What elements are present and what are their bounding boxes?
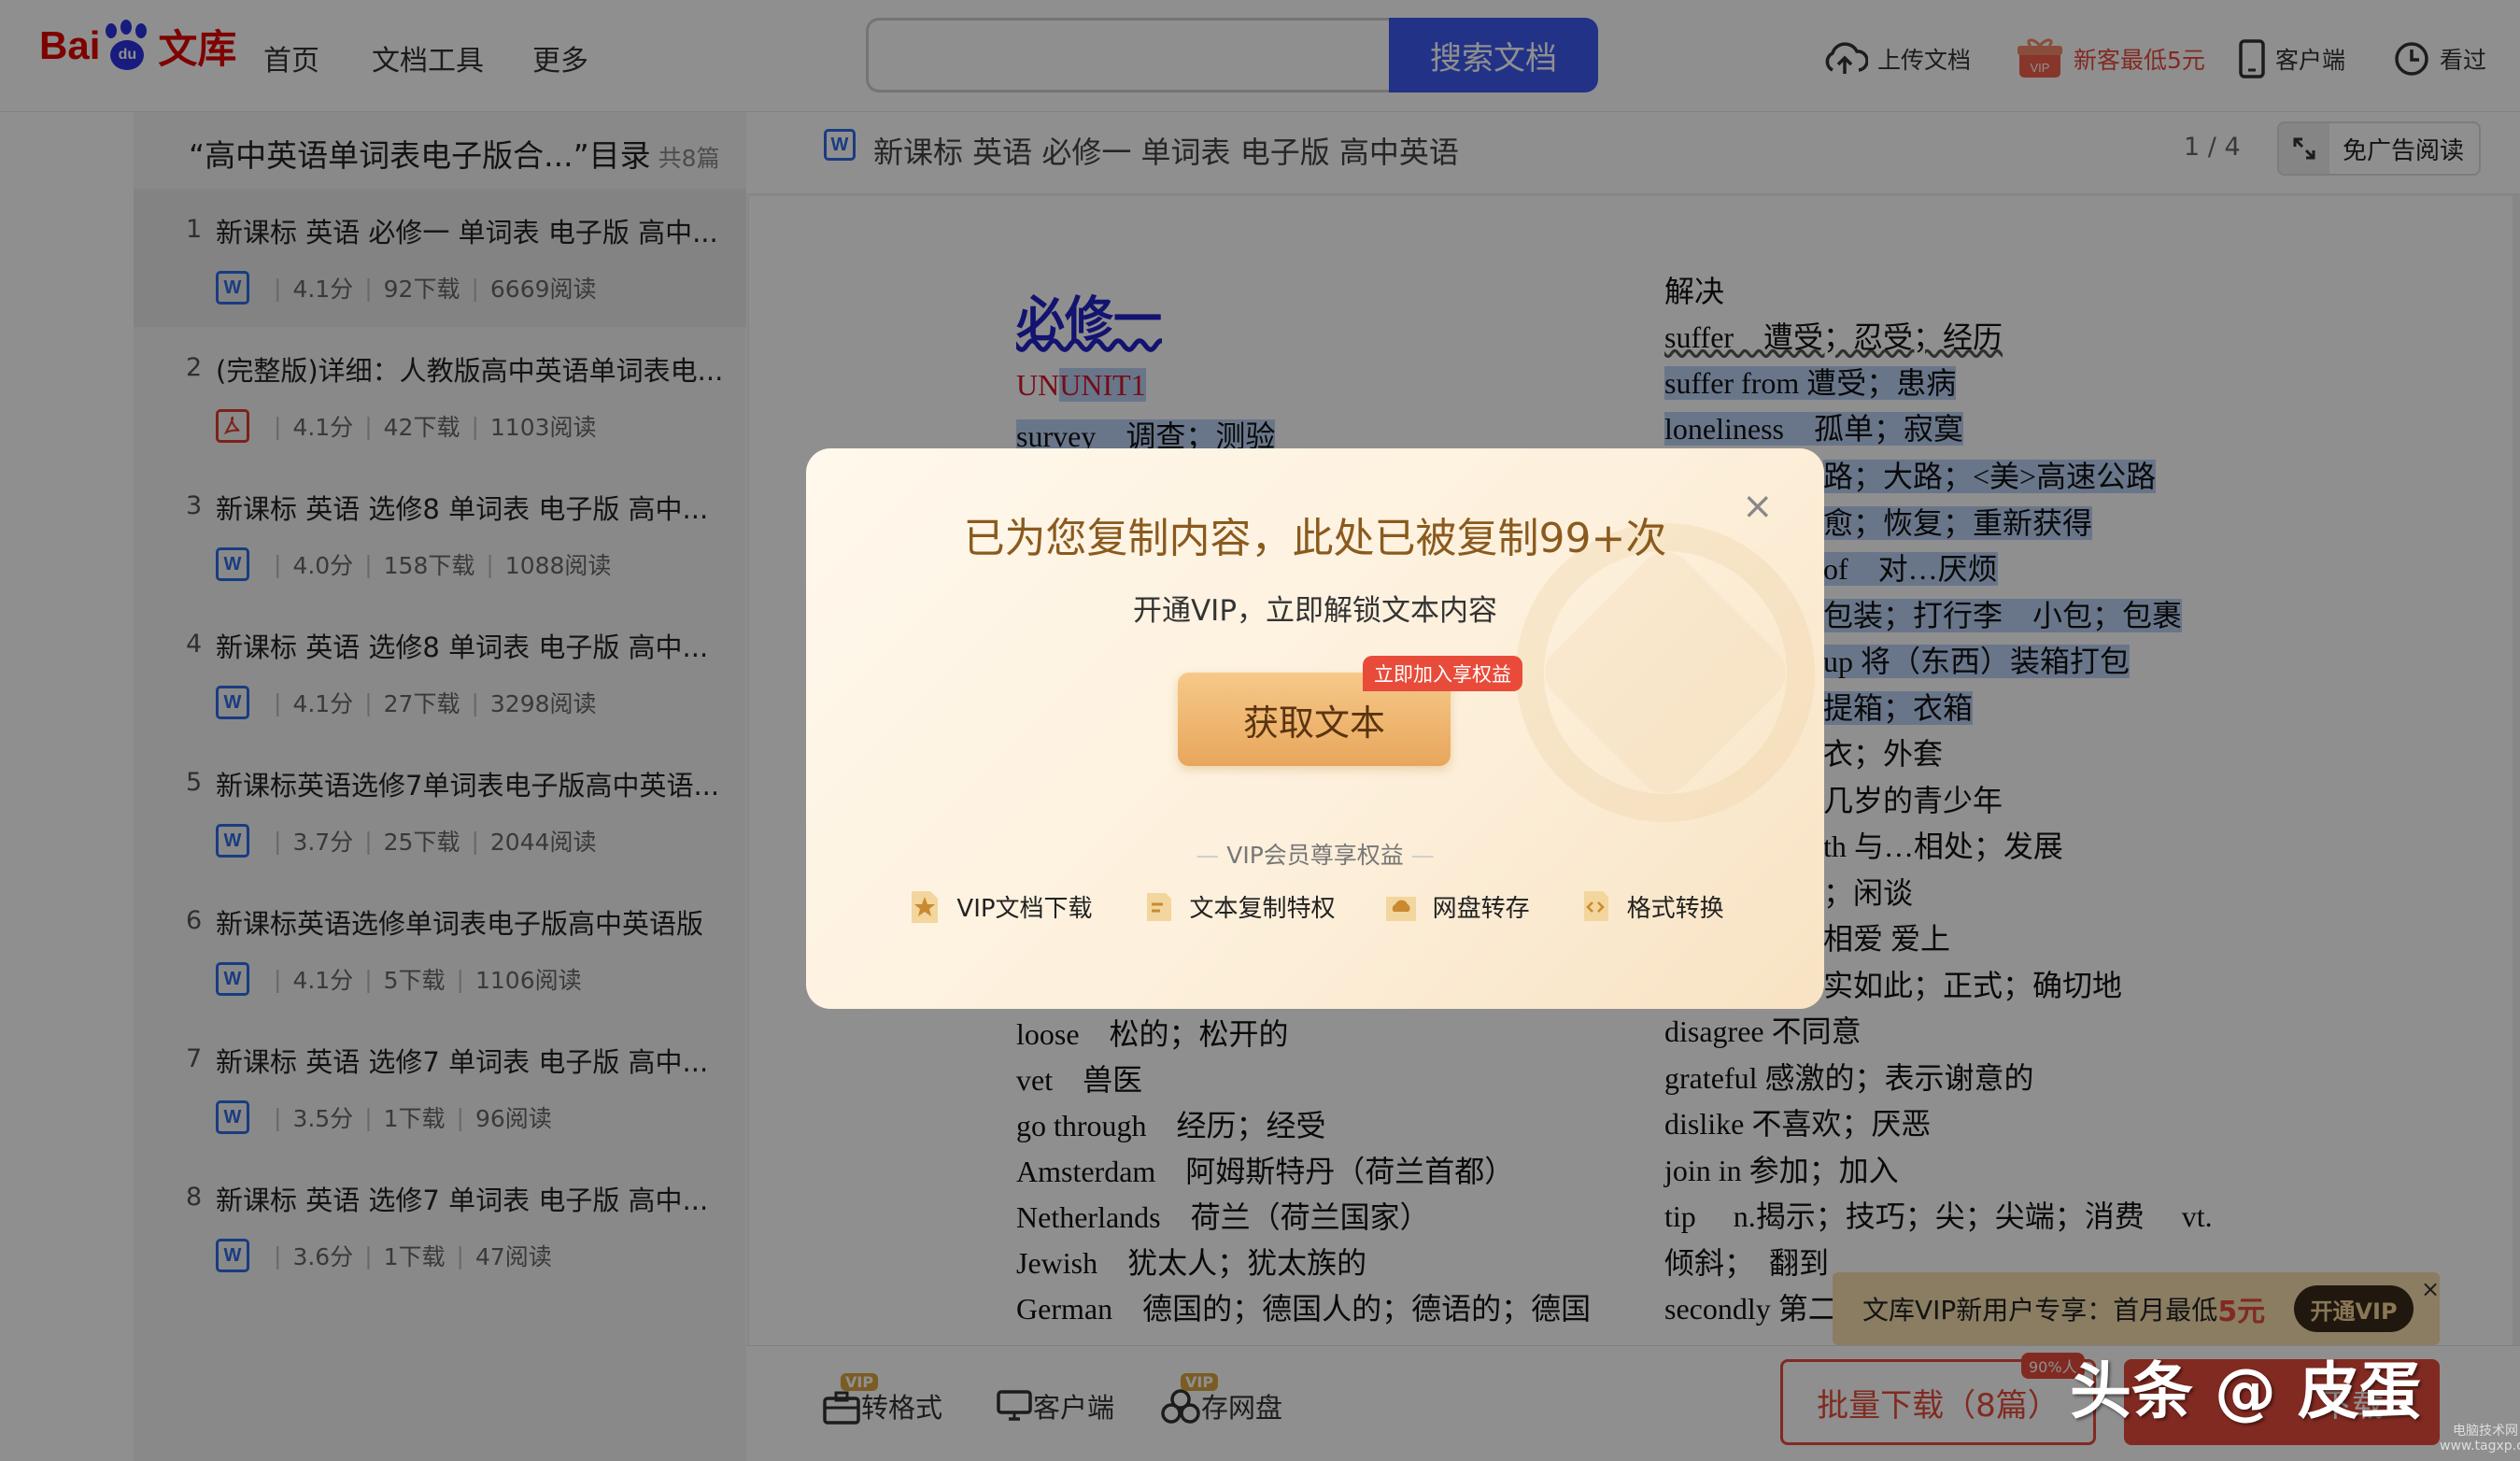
perk-cloud-save: 网盘转存 [1382, 887, 1530, 925]
code-doc-icon [1577, 887, 1614, 925]
perk-vip-download: VIP文档下载 [906, 887, 1093, 925]
perk-format-convert: 格式转换 [1577, 887, 1724, 925]
site-watermark: 电脑技术网www.tagxp.com [2440, 1424, 2520, 1454]
copy-doc-icon [1140, 887, 1177, 925]
page: Bai du 文库 首页 文档工具 更多 搜索文档 上传文档 VIP 新客最低5… [0, 0, 2520, 1461]
join-benefit-badge: 立即加入享权益 [1363, 656, 1522, 691]
copy-limit-modal: × 已为您复制内容，此处已被复制99+次 开通VIP，立即解锁文本内容 获取文本… [806, 448, 1824, 1009]
modal-title: 已为您复制内容，此处已被复制99+次 [963, 515, 1667, 562]
perk-list: VIP文档下载 文本复制特权 网盘转存 格式转换 [806, 887, 1824, 925]
cloud-folder-icon [1382, 887, 1420, 925]
perk-copy-text: 文本复制特权 [1140, 887, 1336, 925]
perk-title: — VIP会员尊享权益 — [1196, 842, 1435, 869]
modal-subtitle: 开通VIP，立即解锁文本内容 [1132, 594, 1498, 628]
star-doc-icon [906, 887, 943, 925]
watermark: 头条 @ 皮蛋 [2070, 1355, 2421, 1427]
